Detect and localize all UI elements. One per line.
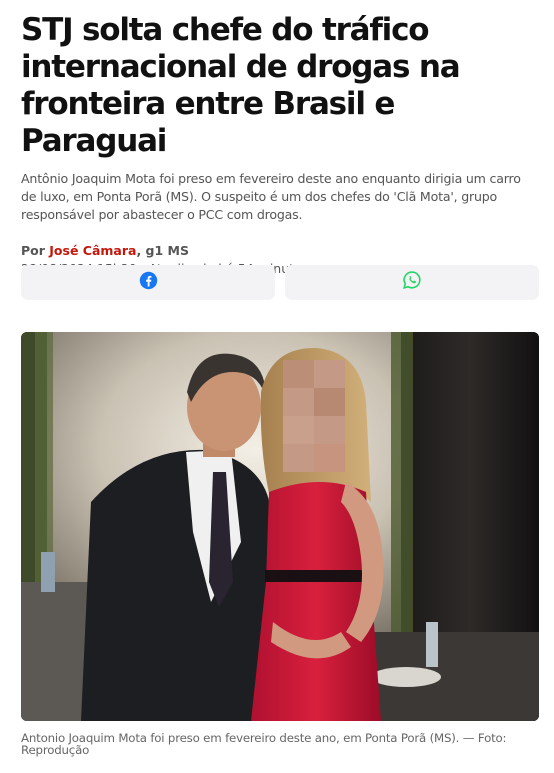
photo-caption: Antonio Joaquim Mota foi preso em fevere… — [21, 731, 507, 757]
article-subtitle: Antônio Joaquim Mota foi preso em fevere… — [21, 171, 521, 222]
author-link[interactable]: José Câmara — [49, 243, 136, 258]
whatsapp-icon — [402, 270, 422, 295]
byline: Por José Câmara, g1 MS — [21, 242, 539, 260]
share-whatsapp-button[interactable] — [285, 265, 539, 300]
facebook-icon — [139, 271, 158, 295]
article-photo — [21, 332, 539, 721]
photo-image — [21, 332, 539, 721]
headline: STJ solta chefe do tráfico internacional… — [21, 12, 461, 159]
article: STJ solta chefe do tráfico internacional… — [21, 0, 539, 756]
share-bar — [21, 265, 539, 300]
byline-prefix: Por — [21, 243, 50, 258]
share-facebook-button[interactable] — [21, 265, 275, 300]
byline-outlet: , g1 MS — [136, 243, 189, 258]
